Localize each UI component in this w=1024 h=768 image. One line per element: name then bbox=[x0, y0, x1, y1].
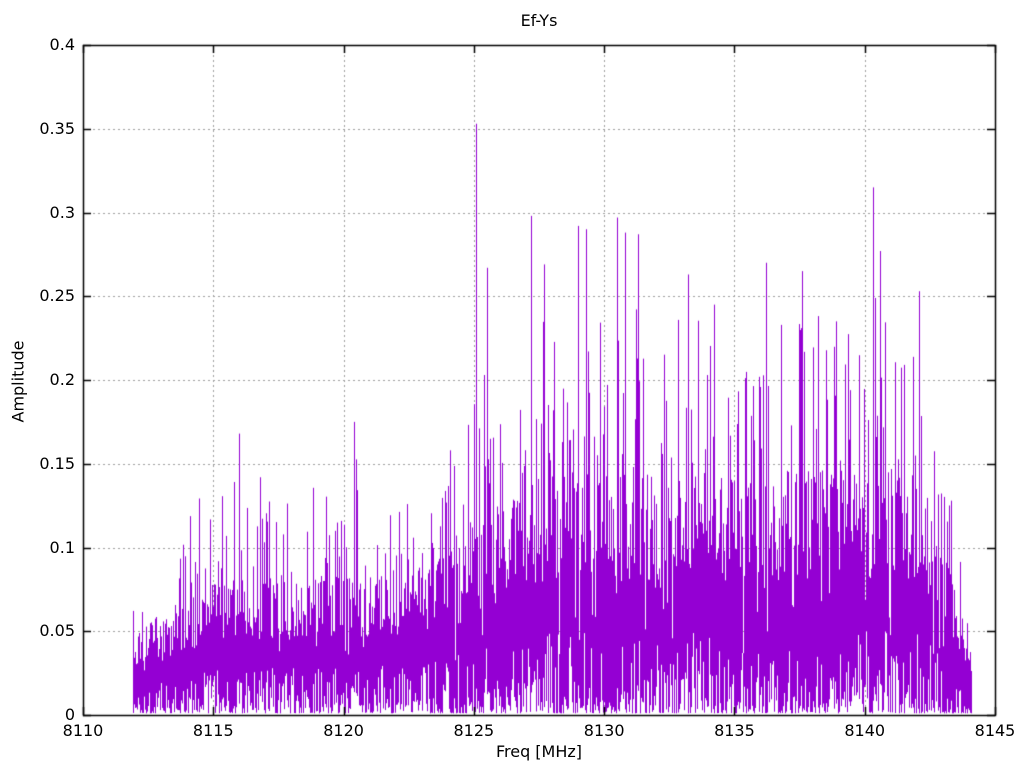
y-tick-label: 0.4 bbox=[49, 35, 75, 54]
x-tick-label: 8125 bbox=[453, 721, 495, 740]
y-tick-label: 0.2 bbox=[49, 370, 75, 389]
y-tick-label: 0.15 bbox=[39, 453, 75, 473]
y-tick-label: 0.05 bbox=[39, 621, 75, 641]
x-tick-label: 8145 bbox=[974, 721, 1016, 740]
x-tick-label: 8135 bbox=[714, 721, 755, 740]
x-axis-title: Freq [MHz] bbox=[495, 742, 583, 761]
y-tick-label: 0.1 bbox=[49, 537, 75, 557]
y-tick-label: 0.25 bbox=[39, 286, 75, 306]
y-tick-label: 0.3 bbox=[49, 202, 75, 222]
x-tick-label: 8130 bbox=[583, 721, 625, 740]
chart-window: Ef-Ys Amplitude Freq [MHz] 8110 8115 8120 8… bbox=[0, 0, 1024, 768]
x-tick-label: 8120 bbox=[323, 721, 364, 740]
x-tick-label: 8115 bbox=[192, 721, 234, 740]
y-tick-label: 0.35 bbox=[39, 118, 75, 138]
chart-title: Ef-Ys bbox=[520, 11, 558, 30]
y-tick-label: 0 bbox=[64, 705, 75, 724]
plot-canvas bbox=[0, 0, 1024, 768]
x-tick-label: 8140 bbox=[844, 721, 886, 740]
